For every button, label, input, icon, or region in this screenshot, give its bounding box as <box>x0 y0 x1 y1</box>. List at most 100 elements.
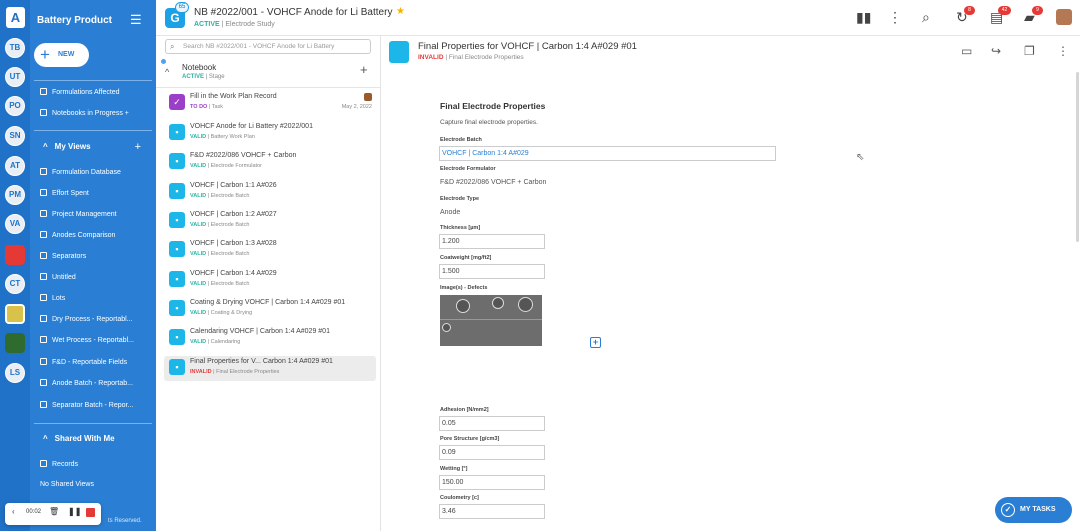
more-vert-icon[interactable]: ⋮ <box>1057 44 1069 58</box>
my-tasks-button[interactable]: ✓ MY TASKS <box>995 497 1072 523</box>
coatweight-field[interactable]: 1.500 <box>439 264 545 279</box>
document-icon: ▪ <box>169 359 185 375</box>
rail-item-battery[interactable] <box>5 304 25 324</box>
document-icon <box>389 41 409 63</box>
document-icon: ▪ <box>169 153 185 169</box>
search-icon[interactable]: ⌕ <box>922 9 930 26</box>
rail-item-ls[interactable]: LS <box>5 363 25 383</box>
my-views-header[interactable]: ^ My Views <box>43 141 91 153</box>
sidebar-item-formulations-affected[interactable]: Formulations Affected <box>40 87 120 99</box>
rail-item-red[interactable] <box>5 245 25 265</box>
document-icon: ▪ <box>169 329 185 345</box>
list-item[interactable]: ▪ VOHCF | Carbon 1:3 A#028 VALID | Elect… <box>164 238 376 263</box>
view-item[interactable]: Formulation Database <box>40 167 121 179</box>
adhesion-label: Adhesion [N/mm2] <box>440 407 489 413</box>
activity-count: 8 <box>964 6 975 15</box>
sidebar-item-notebooks-in-progress[interactable]: Notebooks in Progress + <box>40 108 129 120</box>
formulator-link[interactable]: F&D #2022/086 VOHCF + Carbon <box>440 179 546 186</box>
view-item[interactable]: Effort Spent <box>40 188 89 200</box>
copy-icon[interactable]: ❐ <box>1024 44 1035 58</box>
sidebar: Battery Product ☰ + NEW Formulations Affe… <box>30 0 185 531</box>
trash-icon[interactable]: 🗑 <box>49 507 59 516</box>
list-item[interactable]: ▪ VOHCF | Carbon 1:2 A#027 VALID | Elect… <box>164 209 376 234</box>
list-item[interactable]: ▪ VOHCF Anode for Li Battery #2022/001 V… <box>164 121 376 146</box>
document-scrollbar[interactable] <box>1076 72 1079 242</box>
collapse-menu-icon[interactable]: ☰ <box>130 12 142 28</box>
document-subtitle: INVALID | Final Electrode Properties <box>418 54 524 61</box>
rail-item-va[interactable]: VA <box>5 214 25 234</box>
task-icon: ✓ <box>169 94 185 110</box>
view-item[interactable]: Wet Process - Reportabl... <box>40 335 134 347</box>
chevron-left-icon[interactable]: ‹ <box>12 507 15 516</box>
add-image-icon[interactable]: + <box>590 337 601 348</box>
rail-item-ut[interactable]: UT <box>5 67 25 87</box>
list-item[interactable]: ▪ VOHCF | Carbon 1:1 A#026 VALID | Elect… <box>164 180 376 205</box>
sidebar-divider <box>34 80 152 81</box>
rail-item-green[interactable] <box>5 333 25 353</box>
notebook-search-input[interactable]: ⌕ Search NB #2022/001 - VOHCF Anode for L… <box>165 39 371 54</box>
notebook-header[interactable]: Notebook <box>182 63 216 72</box>
view-item[interactable]: Anodes Comparison <box>40 230 115 242</box>
comment-icon[interactable]: ▭ <box>961 44 972 58</box>
share-icon[interactable]: ↪ <box>991 44 1001 58</box>
list-item[interactable]: ▪ F&D #2022/086 VOHCF + Carbon VALID | E… <box>164 150 376 175</box>
rail-item-po[interactable]: PO <box>5 96 25 116</box>
stop-icon[interactable] <box>86 508 95 517</box>
rail-item-at[interactable]: AT <box>5 156 25 176</box>
collapse-icon[interactable]: ^ <box>165 67 169 77</box>
adhesion-field[interactable]: 0.05 <box>439 416 545 431</box>
split-view-icon[interactable]: ▮▮ <box>856 9 871 26</box>
copyright-text: ts Reserved. <box>108 518 142 524</box>
more-vert-icon[interactable]: ⋮ <box>888 9 902 26</box>
document-icon: ▪ <box>169 183 185 199</box>
coatweight-label: Coatweight [mg/ft2] <box>440 255 492 261</box>
shared-item-records[interactable]: Records <box>40 459 78 471</box>
new-button[interactable]: + NEW <box>34 43 89 67</box>
images-label: Image(s) - Defects <box>440 285 488 291</box>
no-shared-views: No Shared Views <box>40 481 94 488</box>
list-item[interactable]: ▪ Calendaring VOHCF | Carbon 1:4 A#029 #… <box>164 326 376 351</box>
view-item[interactable]: F&D - Reportable Fields <box>40 357 127 369</box>
rail-item-pm[interactable]: PM <box>5 185 25 205</box>
electrode-type-label: Electrode Type <box>440 196 480 202</box>
thickness-field[interactable]: 1.200 <box>439 234 545 249</box>
document-icon: ▪ <box>169 124 185 140</box>
view-item[interactable]: Separator Batch - Repor... <box>40 400 133 412</box>
notebook-subtitle: ACTIVE | Electrode Study <box>194 21 275 28</box>
view-item[interactable]: Separators <box>40 251 86 263</box>
app-logo[interactable]: A <box>6 7 25 28</box>
coulometry-field[interactable]: 3.46 <box>439 504 545 519</box>
list-item[interactable]: ▪ VOHCF | Carbon 1:4 A#029 VALID | Elect… <box>164 268 376 293</box>
rail-item-sn[interactable]: SN <box>5 126 25 146</box>
rail-item-tb[interactable]: TB <box>5 38 25 58</box>
pore-structure-label: Pore Structure [g/cm3] <box>440 436 500 442</box>
search-icon: ⌕ <box>170 42 175 51</box>
mouse-cursor-icon: ⇖ <box>856 152 865 163</box>
wetting-field[interactable]: 150.00 <box>439 475 545 490</box>
view-item[interactable]: Dry Process - Reportabl... <box>40 314 133 326</box>
list-item[interactable]: ▪ Coating & Drying VOHCF | Carbon 1:4 A#… <box>164 297 376 322</box>
pause-icon[interactable]: ❚❚ <box>68 507 81 516</box>
electrode-batch-field[interactable]: VOHCF | Carbon 1:4 A#029 <box>439 146 776 161</box>
avatar[interactable] <box>1056 9 1072 25</box>
pore-structure-field[interactable]: 0.09 <box>439 445 545 460</box>
shared-with-me-header[interactable]: ^ Shared With Me <box>43 433 115 445</box>
defect-image[interactable] <box>440 295 542 346</box>
add-view-icon[interactable]: + <box>135 141 141 153</box>
list-item-selected[interactable]: ▪ Final Properties for V... Carbon 1:4 A… <box>164 356 376 381</box>
star-icon[interactable]: ★ <box>396 6 405 17</box>
rail-item-ct[interactable]: CT <box>5 274 25 294</box>
view-item[interactable]: Project Management <box>40 209 117 221</box>
document-icon: ▪ <box>169 300 185 316</box>
top-bar: G 65 NB #2022/001 - VOHCF Anode for Li B… <box>156 0 1080 36</box>
thickness-label: Thickness [µm] <box>440 225 481 231</box>
view-item[interactable]: Lots <box>40 293 65 305</box>
list-item[interactable]: ✓ Fill in the Work Plan Record TO DO | T… <box>164 91 376 116</box>
view-item[interactable]: Untitled <box>40 272 76 284</box>
add-entry-icon[interactable]: + <box>360 62 368 77</box>
electrode-type-value: Anode <box>440 209 461 216</box>
view-item[interactable]: Anode Batch - Reportab... <box>40 378 133 390</box>
formulator-label: Electrode Formulator <box>440 166 496 172</box>
electrode-batch-label: Electrode Batch <box>440 137 482 143</box>
notebook-header-sub: ACTIVE | Stage <box>182 74 225 80</box>
